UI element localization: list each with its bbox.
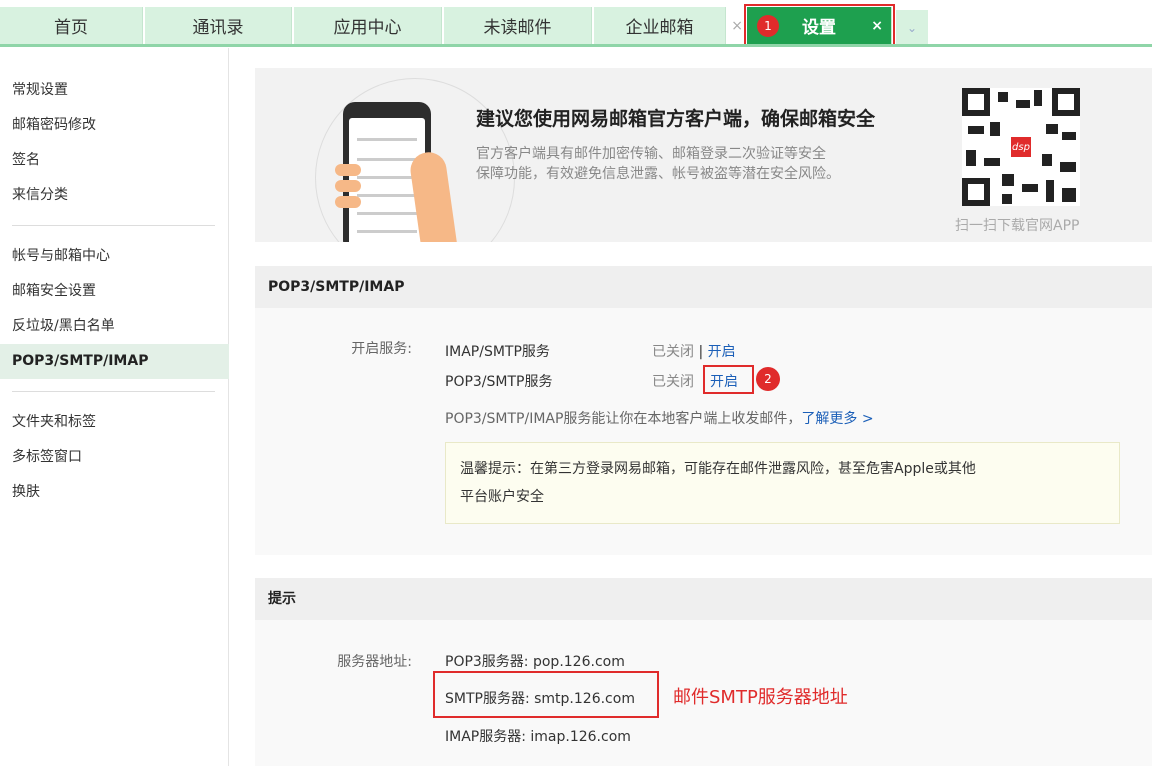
finger-illustration bbox=[335, 196, 361, 208]
sidebar-item-general[interactable]: 常规设置 bbox=[12, 79, 68, 101]
step-badge: 2 bbox=[756, 367, 780, 391]
divider bbox=[12, 391, 215, 392]
tab-home[interactable]: 首页 bbox=[0, 7, 143, 44]
tab-label: 首页 bbox=[54, 18, 88, 38]
highlight-box bbox=[433, 671, 659, 718]
sidebar-item-account-center[interactable]: 帐号与邮箱中心 bbox=[12, 245, 110, 267]
tab-bar-underline bbox=[0, 44, 1152, 47]
desc-line: 官方客户端具有邮件加密传输、邮箱登录二次验证等安全 bbox=[476, 146, 826, 162]
pop-info-text: POP3/SMTP/IMAP服务能让你在本地客户端上收发邮件，了解更多 > bbox=[445, 408, 874, 428]
learn-more-link[interactable]: 了解更多 > bbox=[801, 411, 873, 427]
imap-service-name: IMAP/SMTP服务 bbox=[445, 344, 550, 360]
tab-label: 通讯录 bbox=[192, 18, 244, 38]
settings-sidebar: 常规设置 邮箱密码修改 签名 来信分类 帐号与邮箱中心 邮箱安全设置 反垃圾/黑… bbox=[0, 48, 229, 766]
notice-line: 平台账户安全 bbox=[460, 489, 544, 505]
sidebar-item-pop3-smtp-imap[interactable]: POP3/SMTP/IMAP bbox=[0, 344, 229, 379]
app-logo-icon: dsp bbox=[1009, 135, 1033, 159]
tab-bar: 首页 通讯录 应用中心 未读邮件 企业邮箱 × 1 设置 × ⌄ bbox=[0, 0, 1152, 48]
info-text: POP3/SMTP/IMAP服务能让你在本地客户端上收发邮件， bbox=[445, 411, 802, 427]
qr-code: dsp bbox=[962, 88, 1080, 206]
chevron-down-icon[interactable]: ⌄ bbox=[896, 10, 928, 45]
sidebar-item-security[interactable]: 邮箱安全设置 bbox=[12, 280, 96, 302]
pop3-server: POP3服务器: pop.126.com bbox=[445, 654, 625, 670]
separator: | bbox=[698, 344, 704, 360]
section-title-tips: 提示 bbox=[255, 578, 1152, 620]
close-icon[interactable]: × bbox=[731, 18, 743, 34]
banner-description: 官方客户端具有邮件加密传输、邮箱登录二次验证等安全 保障功能，有效避免信息泄露、… bbox=[476, 144, 896, 184]
section-title-pop-smtp-imap: POP3/SMTP/IMAP bbox=[255, 266, 1152, 308]
service-label: 开启服务: bbox=[351, 341, 412, 357]
desc-line: 保障功能，有效避免信息泄露、帐号被盗等潜在安全风险。 bbox=[476, 166, 840, 182]
highlight-box bbox=[744, 4, 895, 47]
server-address-label: 服务器地址: bbox=[337, 654, 412, 670]
tab-enterprise-mail[interactable]: 企业邮箱 × bbox=[594, 7, 743, 44]
sidebar-item-password[interactable]: 邮箱密码修改 bbox=[12, 114, 96, 136]
tab-label: 未读邮件 bbox=[483, 18, 552, 38]
imap-server: IMAP服务器: imap.126.com bbox=[445, 729, 631, 745]
sidebar-item-spam[interactable]: 反垃圾/黑白名单 bbox=[12, 315, 115, 337]
imap-service-status: 已关闭 | 开启 bbox=[652, 341, 736, 361]
finger-illustration bbox=[335, 164, 361, 176]
sidebar-item-folders[interactable]: 文件夹和标签 bbox=[12, 411, 96, 433]
tab-app-center[interactable]: 应用中心 bbox=[294, 7, 442, 44]
pop-service-name: POP3/SMTP服务 bbox=[445, 374, 553, 390]
imap-enable-link[interactable]: 开启 bbox=[708, 344, 736, 360]
pop-service-status: 已关闭 bbox=[652, 374, 694, 390]
tab-unread-mail[interactable]: 未读邮件 bbox=[444, 7, 592, 44]
smtp-annotation: 邮件SMTP服务器地址 bbox=[673, 687, 848, 708]
banner-title: 建议您使用网易邮箱官方客户端，确保邮箱安全 bbox=[476, 108, 876, 130]
sidebar-item-mail-filter[interactable]: 来信分类 bbox=[12, 184, 68, 206]
client-promo-banner: 建议您使用网易邮箱官方客户端，确保邮箱安全 官方客户端具有邮件加密传输、邮箱登录… bbox=[255, 68, 1152, 242]
status-text: 已关闭 bbox=[652, 344, 694, 360]
divider bbox=[12, 225, 215, 226]
sidebar-item-skin[interactable]: 换肤 bbox=[12, 481, 40, 503]
highlight-box bbox=[703, 365, 754, 394]
qr-label: 扫一扫下载官网APP bbox=[955, 218, 1080, 234]
security-notice: 温馨提示：在第三方登录网易邮箱，可能存在邮件泄露风险，甚至危害Apple或其他 … bbox=[445, 442, 1120, 524]
sidebar-item-signature[interactable]: 签名 bbox=[12, 149, 40, 171]
tab-label: 企业邮箱 bbox=[625, 18, 694, 38]
finger-illustration bbox=[335, 180, 361, 192]
tab-label: 应用中心 bbox=[333, 18, 402, 38]
tab-contacts[interactable]: 通讯录 bbox=[145, 7, 292, 44]
sidebar-item-multi-tab[interactable]: 多标签窗口 bbox=[12, 446, 82, 468]
notice-line: 温馨提示：在第三方登录网易邮箱，可能存在邮件泄露风险，甚至危害Apple或其他 bbox=[460, 461, 976, 477]
